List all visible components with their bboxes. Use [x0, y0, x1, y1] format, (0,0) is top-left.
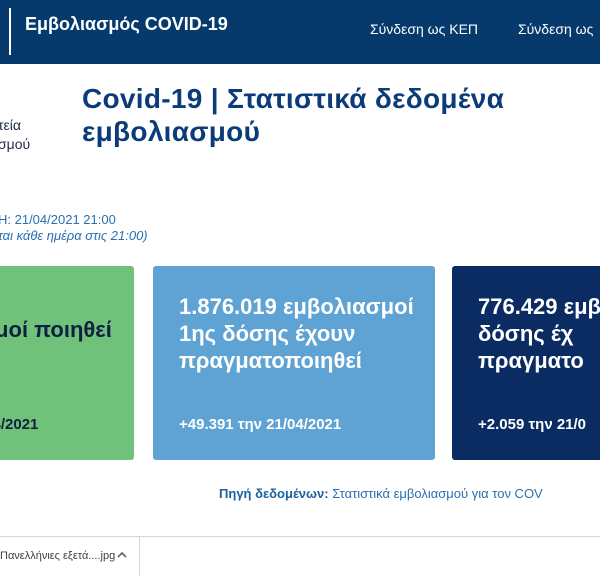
second-dose-text: 776.429 εμβολιασ δόσης έχ πραγματο — [478, 294, 600, 373]
data-source-link[interactable]: Στατιστικά εμβολιασμού για τον COV — [332, 486, 543, 501]
page-title: Covid-19 | Στατιστικά δεδομένα εμβολιασμ… — [82, 83, 505, 147]
login-other-link[interactable]: Σύνδεση ως — [518, 21, 593, 37]
total-vaccinations-date: /04/2021 — [0, 416, 39, 433]
data-source-label: Πηγή δεδομένων: — [219, 486, 329, 501]
brand-title-link[interactable]: Εμβολιασμός COVID-19 — [25, 14, 228, 35]
ministry-logo[interactable]: τεία σμού — [0, 116, 30, 154]
total-vaccinations-text: σμοί ποιηθεί — [0, 317, 112, 342]
top-navbar: Εμβολιασμός COVID-19 Σύνδεση ως ΚΕΠ Σύνδ… — [0, 0, 600, 64]
last-update-text: Η: 21/04/2021 21:00 — [0, 212, 116, 227]
first-dose-text: 1.876.019 εμβολιασμοί 1ης δόσης έχουν πρ… — [179, 294, 414, 373]
navbar-divider — [9, 8, 11, 55]
logo-line-1: τεία — [0, 117, 21, 133]
first-dose-card: 1.876.019 εμβολιασμοί 1ης δόσης έχουν πρ… — [153, 266, 435, 460]
update-frequency-note: ται κάθε ημέρα στις 21:00) — [0, 228, 148, 243]
first-dose-daily-change: +49.391 την 21/04/2021 — [179, 416, 342, 433]
download-filename: Πανελλήνιες εξετά....jpg — [0, 550, 116, 562]
login-kep-link[interactable]: Σύνδεση ως ΚΕΠ — [370, 21, 478, 37]
data-source-line: Πηγή δεδομένων: Στατιστικά εμβολιασμού γ… — [219, 486, 543, 501]
download-item[interactable]: Πανελλήνιες εξετά....jpg — [0, 537, 140, 576]
second-dose-card: 776.429 εμβολιασ δόσης έχ πραγματο +2.05… — [452, 266, 600, 460]
logo-line-2: σμού — [0, 136, 31, 152]
chevron-up-icon[interactable] — [116, 549, 128, 561]
browser-download-bar: Πανελλήνιες εξετά....jpg — [0, 536, 600, 576]
page: Εμβολιασμός COVID-19 Σύνδεση ως ΚΕΠ Σύνδ… — [0, 0, 600, 576]
total-vaccinations-card: σμοί ποιηθεί /04/2021 — [0, 266, 134, 460]
second-dose-daily-change: +2.059 την 21/0 — [478, 416, 587, 433]
